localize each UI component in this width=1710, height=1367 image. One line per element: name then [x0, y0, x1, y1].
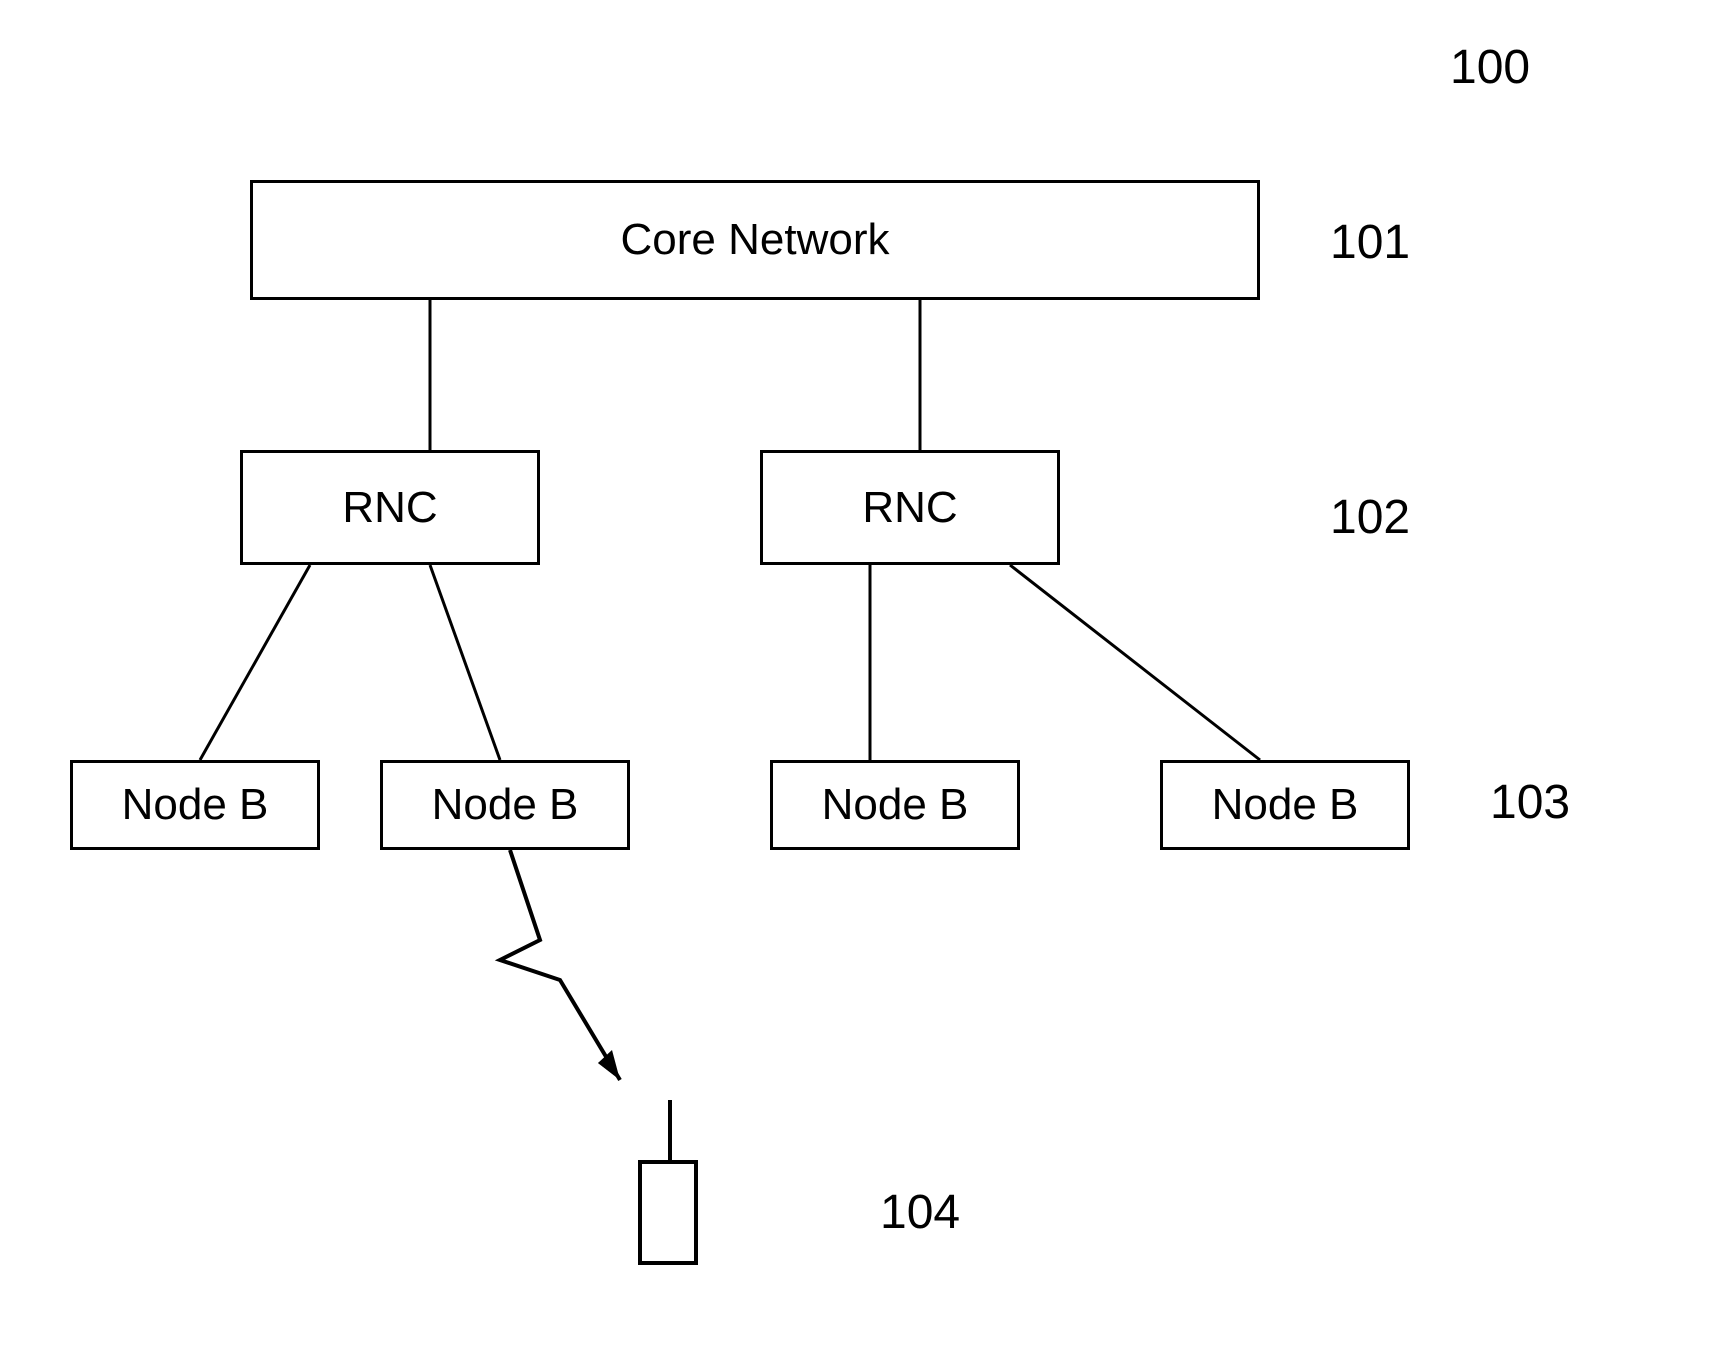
rnc-num-label: 102 — [1330, 490, 1410, 545]
nodeb-text-1: Node B — [122, 780, 269, 830]
rnc-text-1: RNC — [342, 483, 437, 533]
nodeb-box-3: Node B — [770, 760, 1020, 850]
nodeb-text-3: Node B — [822, 780, 969, 830]
rnc-box-2: RNC — [760, 450, 1060, 565]
core-network-box: Core Network — [250, 180, 1260, 300]
diagram-number-label: 100 — [1450, 40, 1530, 95]
core-network-num-label: 101 — [1330, 215, 1410, 270]
device-num-label: 104 — [880, 1185, 960, 1240]
nodeb-box-2: Node B — [380, 760, 630, 850]
nodeb-text-2: Node B — [432, 780, 579, 830]
rnc-text-2: RNC — [862, 483, 957, 533]
nodeb-box-4: Node B — [1160, 760, 1410, 850]
device-body — [638, 1160, 698, 1265]
nodeb-num-label: 103 — [1490, 775, 1570, 830]
core-network-text: Core Network — [621, 215, 890, 265]
nodeb-text-4: Node B — [1212, 780, 1359, 830]
device-antenna — [668, 1100, 672, 1160]
rnc-box-1: RNC — [240, 450, 540, 565]
nodeb-box-1: Node B — [70, 760, 320, 850]
